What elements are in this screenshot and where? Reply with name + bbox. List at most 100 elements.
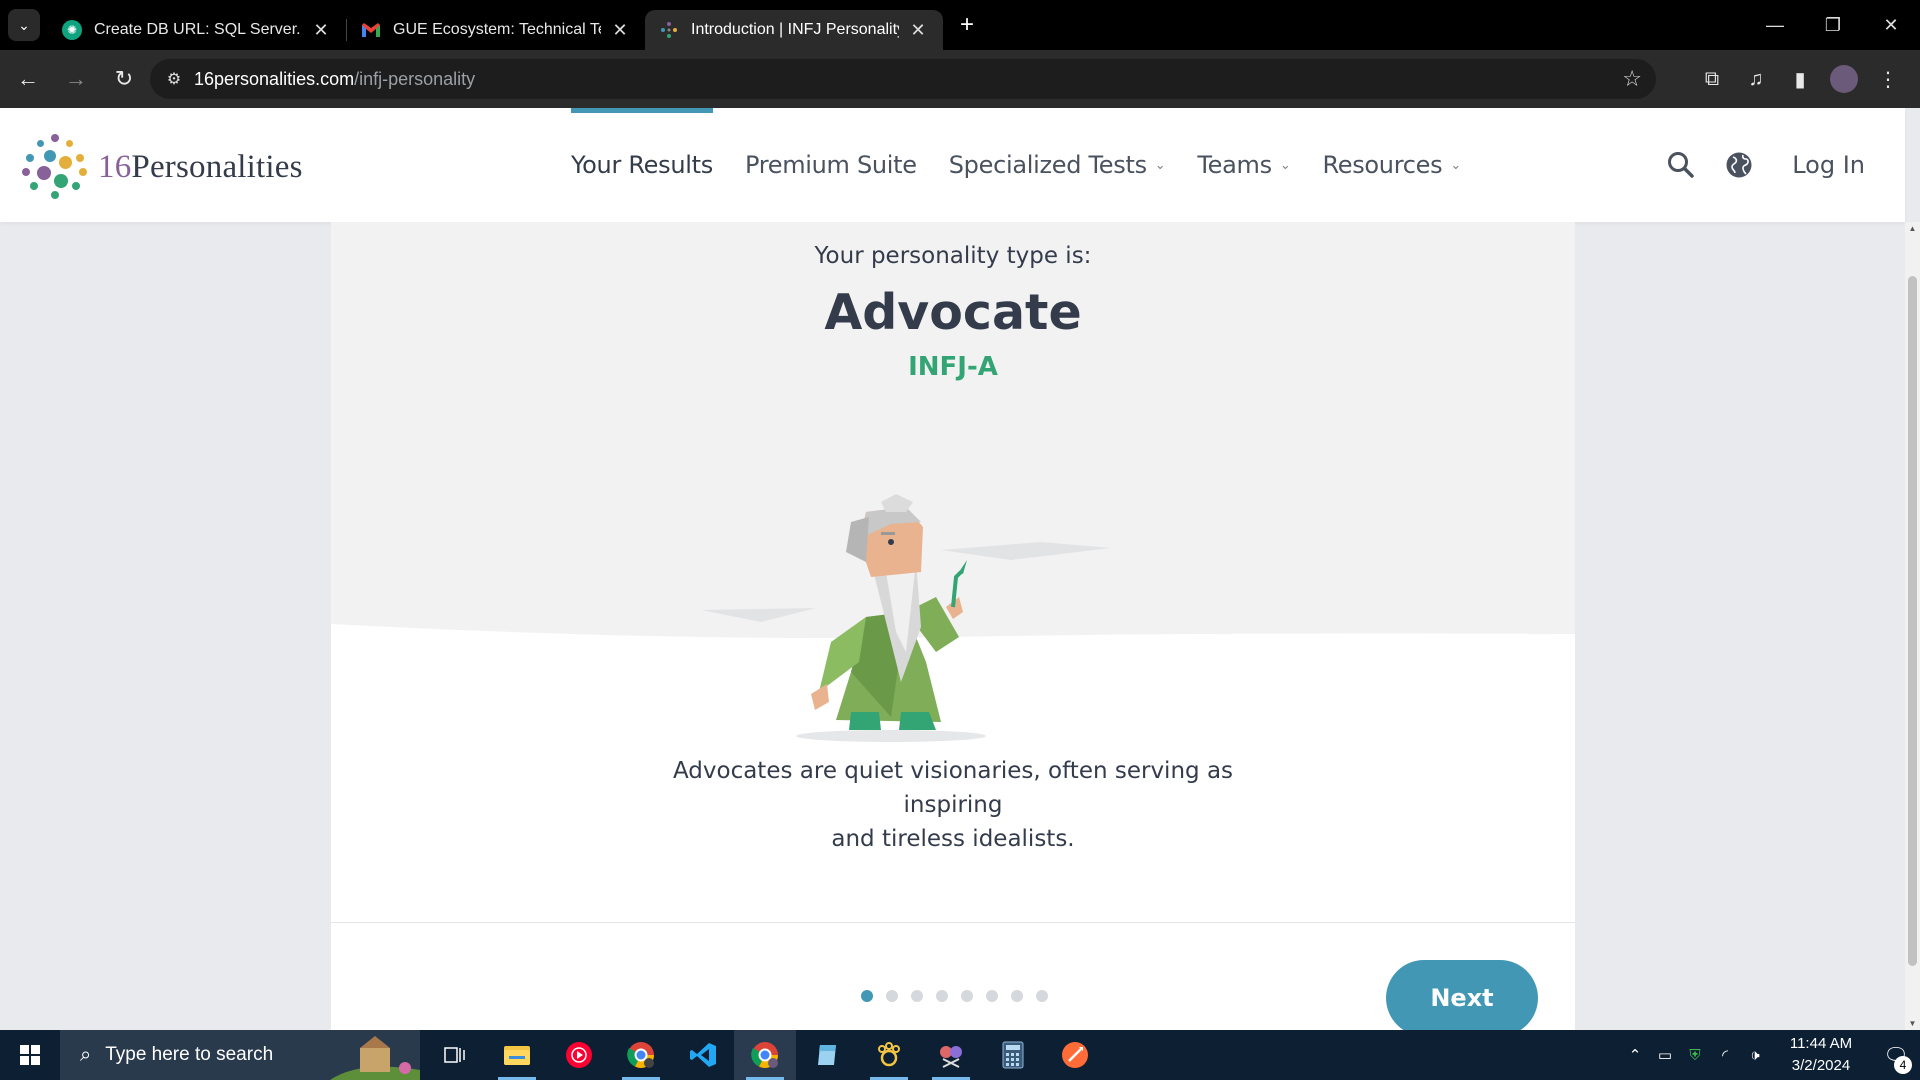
url-path: /infj-personality xyxy=(354,68,476,89)
pager-dot[interactable] xyxy=(961,990,973,1002)
close-icon[interactable]: ✕ xyxy=(907,20,929,41)
chevron-down-icon: ⌄ xyxy=(1154,157,1166,173)
search-placeholder: Type here to search xyxy=(105,1044,274,1065)
next-button[interactable]: Next xyxy=(1386,960,1538,1030)
more-menu-icon[interactable]: ⋮ xyxy=(1866,67,1910,92)
nav-label: Resources xyxy=(1322,151,1443,179)
notification-center-icon[interactable]: 🗨 4 xyxy=(1872,1043,1920,1074)
new-tab-button[interactable]: + xyxy=(949,11,985,39)
tab-search-button[interactable]: ⌄ xyxy=(8,9,40,41)
back-button[interactable]: ← xyxy=(8,59,48,99)
profile-avatar[interactable] xyxy=(1830,65,1858,93)
nav-teams[interactable]: Teams ⌄ xyxy=(1181,108,1306,222)
site-header: 16Personalities Your Results Premium Sui… xyxy=(0,108,1905,222)
nav-specialized-tests[interactable]: Specialized Tests ⌄ xyxy=(933,108,1182,222)
nav-resources[interactable]: Resources ⌄ xyxy=(1306,108,1476,222)
windows-taskbar: ⌕ Type here to search ⌃ ▭ ⛨ ◜ 🕩 11:44 AM… xyxy=(0,1030,1920,1080)
nav-label: Specialized Tests xyxy=(948,151,1147,179)
globe-icon[interactable] xyxy=(1722,148,1756,182)
forward-button[interactable]: → xyxy=(56,59,96,99)
extensions-icon[interactable]: ⧉ xyxy=(1690,68,1734,91)
site-logo[interactable]: 16Personalities xyxy=(22,134,303,200)
pager-dot[interactable] xyxy=(986,990,998,1002)
card-divider xyxy=(331,922,1575,923)
logo-wordmark: 16Personalities xyxy=(98,148,303,185)
personality-type-code: INFJ-A xyxy=(908,352,998,382)
task-view-icon[interactable] xyxy=(424,1030,486,1080)
snipping-tool-icon[interactable] xyxy=(920,1030,982,1080)
browser-toolbar: ← → ↻ ⚙ 16personalities.com/infj-persona… xyxy=(0,50,1920,108)
chrome-active-icon[interactable] xyxy=(734,1030,796,1080)
nav-premium-suite[interactable]: Premium Suite xyxy=(729,108,933,222)
chrome-profile-icon[interactable] xyxy=(610,1030,672,1080)
notification-count: 4 xyxy=(1894,1055,1912,1074)
url-host: 16personalities.com xyxy=(194,68,355,89)
pager-dot[interactable] xyxy=(1036,990,1048,1002)
security-shield-icon[interactable]: ⛨ xyxy=(1680,1047,1710,1064)
clock-date: 3/2/2024 xyxy=(1791,1057,1851,1074)
reload-button[interactable]: ↻ xyxy=(104,59,144,99)
bookmark-star-icon[interactable]: ☆ xyxy=(1622,66,1642,92)
search-icon: ⌕ xyxy=(80,1043,92,1066)
chevron-down-icon: ⌄ xyxy=(1279,157,1291,173)
taskbar-search[interactable]: ⌕ Type here to search xyxy=(60,1030,420,1080)
restore-icon[interactable]: ❐ xyxy=(1804,15,1862,36)
pager-dot[interactable] xyxy=(861,990,873,1002)
close-icon[interactable]: ✕ xyxy=(609,20,631,41)
calculator-icon[interactable] xyxy=(982,1030,1044,1080)
window-controls: — ❐ ✕ xyxy=(1746,0,1920,50)
pager-dot[interactable] xyxy=(911,990,923,1002)
scroll-down-icon[interactable]: ▼ xyxy=(1905,1019,1920,1028)
file-explorer-icon[interactable] xyxy=(486,1030,548,1080)
postman-icon[interactable] xyxy=(1044,1030,1106,1080)
page-scrollbar[interactable]: ▲ ▼ xyxy=(1905,222,1920,1030)
tab-infj-personality[interactable]: Introduction | INFJ Personality ( ✕ xyxy=(645,10,943,50)
main-nav: Your Results Premium Suite Specialized T… xyxy=(555,108,1477,222)
chevron-down-icon: ⌄ xyxy=(1450,157,1461,173)
search-icon[interactable] xyxy=(1664,148,1698,182)
close-icon[interactable]: ✕ xyxy=(310,20,332,41)
pager-dot[interactable] xyxy=(936,990,948,1002)
login-link[interactable]: Log In xyxy=(1792,151,1865,179)
pager-dot[interactable] xyxy=(886,990,898,1002)
hero-wave xyxy=(331,624,1575,682)
youtube-music-icon[interactable] xyxy=(548,1030,610,1080)
result-card: Your personality type is: Advocate INFJ-… xyxy=(331,222,1575,1030)
scrollbar-thumb[interactable] xyxy=(1908,276,1917,966)
tab-gue-ecosystem[interactable]: GUE Ecosystem: Technical Test I ✕ xyxy=(347,10,645,50)
nav-your-results[interactable]: Your Results xyxy=(555,108,729,222)
chevron-up-icon[interactable]: ⌃ xyxy=(1620,1046,1650,1064)
minimize-icon[interactable]: — xyxy=(1746,15,1804,36)
nav-label: Premium Suite xyxy=(744,151,917,179)
vscode-icon[interactable] xyxy=(672,1030,734,1080)
system-tray: ⌃ ▭ ⛨ ◜ 🕩 11:44 AM 3/2/2024 🗨 4 xyxy=(1620,1030,1920,1080)
paw-app-icon[interactable] xyxy=(858,1030,920,1080)
media-controls-icon[interactable]: ♫ xyxy=(1734,68,1778,91)
pager-dots xyxy=(861,990,1048,1002)
description-line-1: Advocates are quiet visionaries, often s… xyxy=(672,758,1234,818)
toolbar-actions: ⧉ ♫ ▮ ⋮ xyxy=(1690,50,1910,108)
taskbar-clock[interactable]: 11:44 AM 3/2/2024 xyxy=(1776,1033,1866,1077)
scroll-up-icon[interactable]: ▲ xyxy=(1905,224,1920,233)
start-button[interactable] xyxy=(0,1030,60,1080)
battery-icon[interactable]: ▭ xyxy=(1650,1046,1680,1064)
advocate-illustration xyxy=(701,494,1111,742)
personality-type-name: Advocate xyxy=(824,284,1082,341)
tab-title: Introduction | INFJ Personality ( xyxy=(691,21,899,38)
notes-app-icon[interactable] xyxy=(796,1030,858,1080)
site-settings-icon[interactable]: ⚙ xyxy=(154,69,194,89)
nav-label: Your Results xyxy=(571,151,713,179)
address-bar[interactable]: ⚙ 16personalities.com/infj-personality ☆ xyxy=(150,59,1656,99)
nav-label: Teams xyxy=(1197,151,1272,179)
16personalities-icon xyxy=(659,20,679,40)
result-kicker: Your personality type is: xyxy=(814,243,1092,269)
chatgpt-icon: ✺ xyxy=(62,20,82,40)
side-panel-icon[interactable]: ▮ xyxy=(1778,67,1822,92)
volume-icon[interactable]: 🕩 xyxy=(1740,1047,1770,1064)
wifi-icon[interactable]: ◜ xyxy=(1710,1046,1740,1064)
tab-create-db-url[interactable]: ✺ Create DB URL: SQL Server. ✕ xyxy=(48,10,346,50)
arrow-right-icon: → xyxy=(65,66,87,91)
pager-dot[interactable] xyxy=(1011,990,1023,1002)
close-window-icon[interactable]: ✕ xyxy=(1862,15,1920,36)
tab-strip: ⌄ ✺ Create DB URL: SQL Server. ✕ GUE Eco… xyxy=(0,0,1920,50)
